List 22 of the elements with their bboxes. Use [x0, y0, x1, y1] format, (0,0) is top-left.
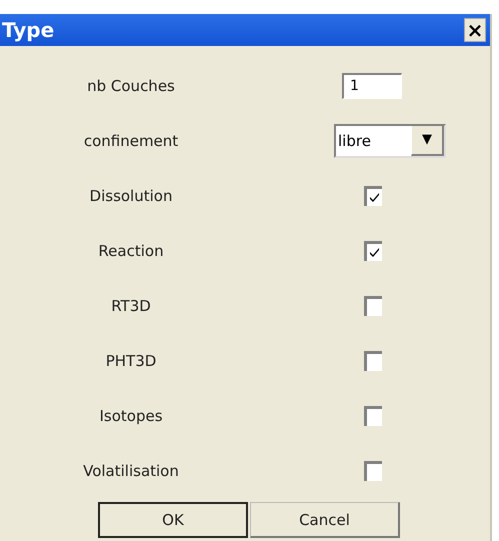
- dropdown[interactable]: libre ▼: [334, 124, 446, 158]
- checkbox[interactable]: [364, 406, 382, 426]
- cancel-button[interactable]: Cancel: [250, 502, 400, 538]
- checkbox[interactable]: [364, 186, 382, 206]
- field-label: confinement: [84, 132, 178, 150]
- checkmark-icon: [368, 190, 381, 204]
- field-label: Volatilisation: [83, 462, 179, 480]
- checkbox[interactable]: [364, 350, 382, 370]
- checkbox[interactable]: [364, 296, 382, 316]
- field-label: RT3D: [111, 296, 151, 314]
- field-label: Reaction: [98, 242, 164, 260]
- checkbox[interactable]: [364, 460, 382, 480]
- ok-button[interactable]: OK: [98, 502, 248, 538]
- field-label: Isotopes: [99, 406, 163, 424]
- field-label: Dissolution: [90, 186, 172, 204]
- checkbox[interactable]: [364, 240, 382, 260]
- close-button[interactable]: ×: [464, 18, 486, 42]
- window-title: Type: [2, 18, 54, 42]
- field-label: PHT3D: [106, 352, 156, 370]
- field-label: nb Couches: [87, 76, 175, 94]
- checkmark-icon: [368, 246, 381, 258]
- input-field[interactable]: 1: [342, 72, 402, 98]
